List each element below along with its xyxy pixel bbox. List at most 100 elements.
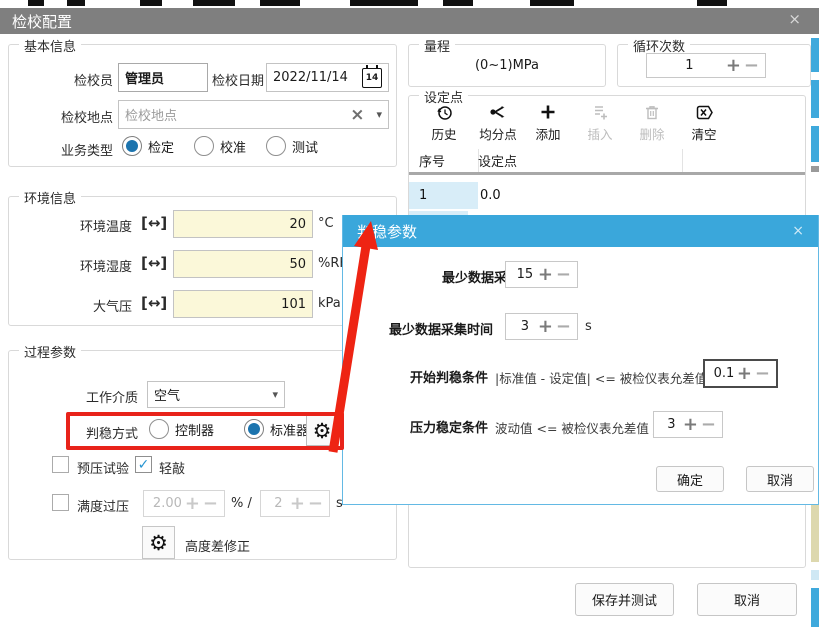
env-temp-input[interactable]: 20: [173, 210, 313, 238]
stability-settings-gear-icon[interactable]: ⚙: [306, 415, 338, 446]
occluded-text-fragment: [28, 0, 44, 6]
background-window-sliver: [811, 80, 819, 118]
cycles-spinner[interactable]: 1 + −: [646, 53, 766, 78]
start-condition-label: 开始判稳条件: [403, 367, 488, 386]
footer-cancel-button[interactable]: 取消: [697, 583, 797, 616]
prepress-label: 预压试验: [77, 458, 129, 477]
date-value: 2022/11/14: [273, 70, 348, 85]
occluded-text-fragment: [140, 0, 162, 6]
atm-pressure-input[interactable]: 101: [173, 290, 313, 318]
stability-dialog-title: 判稳参数: [357, 221, 417, 242]
range-adjust-icon[interactable]: [↔]: [141, 254, 167, 272]
column-header-empty: [672, 149, 815, 172]
height-correction-gear-icon[interactable]: ⚙: [142, 526, 175, 559]
plus-icon[interactable]: +: [538, 266, 553, 284]
plus-icon[interactable]: +: [538, 318, 553, 336]
radio-standard-label: 标准器: [270, 420, 309, 439]
inspector-label: 检校员: [40, 70, 113, 89]
minus-icon[interactable]: −: [308, 495, 323, 513]
plus-icon[interactable]: +: [290, 495, 305, 513]
radio-jianding-label: 检定: [148, 137, 174, 156]
overpress-unit: % /: [231, 496, 252, 511]
dialog-close-icon[interactable]: ×: [792, 223, 804, 239]
overpress-checkbox[interactable]: [52, 494, 69, 511]
min-samples-spinner[interactable]: 15 + −: [505, 261, 578, 288]
plus-icon[interactable]: +: [683, 416, 698, 434]
toolbar-split-points-button[interactable]: 均分点: [472, 102, 524, 143]
column-header-setpoint[interactable]: 设定点: [468, 149, 683, 172]
table-row-setpoint[interactable]: 0.0: [470, 182, 680, 209]
min-time-spinner[interactable]: 3 + −: [505, 313, 578, 340]
dialog-ok-button[interactable]: 确定: [656, 466, 724, 492]
radio-ceshi-label: 测试: [292, 137, 318, 156]
date-label: 检校日期: [212, 70, 264, 89]
toolbar-add-button[interactable]: 添加: [522, 102, 574, 143]
stability-dialog-titlebar[interactable]: 判稳参数 ×: [343, 215, 818, 247]
window-titlebar[interactable]: 检校配置 ×: [0, 8, 819, 34]
pressure-condition-spinner[interactable]: 3 + −: [653, 411, 723, 438]
minus-icon[interactable]: −: [755, 365, 770, 383]
minus-icon[interactable]: −: [556, 266, 571, 284]
range-adjust-icon[interactable]: [↔]: [141, 294, 167, 312]
env-humidity-label: 环境湿度: [57, 256, 132, 275]
toolbar-history-button[interactable]: 历史: [418, 102, 470, 143]
minus-icon[interactable]: −: [744, 57, 759, 75]
location-dropdown-icon[interactable]: ▾: [376, 108, 382, 121]
clear-location-icon[interactable]: ×: [350, 105, 364, 125]
minus-icon[interactable]: −: [701, 416, 716, 434]
plus-icon[interactable]: +: [185, 495, 200, 513]
occluded-text-fragment: [260, 0, 300, 6]
minus-icon[interactable]: −: [203, 495, 218, 513]
toolbar-delete-button: 删除: [626, 102, 678, 143]
background-window-sliver: [811, 126, 819, 162]
atm-pressure-unit: kPa: [318, 296, 341, 311]
env-info-legend: 环境信息: [19, 188, 81, 207]
history-icon: [436, 102, 453, 122]
dialog-cancel-button[interactable]: 取消: [746, 466, 814, 492]
tap-checkbox[interactable]: ✓: [135, 456, 152, 473]
table-row-no[interactable]: 1: [409, 182, 478, 209]
split-points-icon: [489, 102, 507, 122]
medium-select[interactable]: 空气 ▾: [147, 381, 285, 408]
location-label: 检校地点: [40, 107, 113, 126]
location-input[interactable]: 检校地点 × ▾: [118, 100, 389, 129]
stability-params-dialog: 判稳参数 × 最少数据采集量 15 + − 最少数据采集时间 3 + − s 开…: [342, 215, 819, 505]
min-time-unit: s: [585, 319, 592, 334]
radio-standard[interactable]: [244, 419, 264, 439]
window-close-icon[interactable]: ×: [788, 10, 801, 28]
minus-icon[interactable]: −: [556, 318, 571, 336]
range-adjust-icon[interactable]: [↔]: [141, 214, 167, 232]
overpress-label: 满度过压: [77, 496, 129, 515]
env-temp-value: 20: [289, 217, 306, 232]
date-input[interactable]: 2022/11/14 14: [266, 63, 389, 92]
radio-jianding[interactable]: [122, 136, 142, 156]
radio-controller[interactable]: [149, 419, 169, 439]
plus-icon[interactable]: +: [726, 57, 741, 75]
background-window-sliver: [811, 505, 819, 562]
env-humidity-input[interactable]: 50: [173, 250, 313, 278]
start-condition-spinner[interactable]: 0.1 + −: [703, 359, 778, 388]
window-title: 检校配置: [12, 11, 72, 32]
inspector-input[interactable]: 管理员: [118, 63, 208, 92]
insert-icon: [592, 102, 609, 122]
occluded-text-fragment: [67, 0, 85, 6]
toolbar-clear-button[interactable]: 清空: [678, 102, 730, 143]
background-window-sliver: [811, 588, 819, 627]
prepress-checkbox[interactable]: [52, 456, 69, 473]
background-window-sliver: [811, 166, 819, 172]
env-temp-unit: °C: [318, 216, 334, 231]
occluded-text-fragment: [193, 0, 235, 6]
plus-icon[interactable]: +: [737, 365, 752, 383]
overpress-percent-spinner: 2.00 + −: [143, 490, 225, 517]
radio-controller-label: 控制器: [175, 420, 214, 439]
stability-mode-options: 控制器 标准器: [149, 419, 309, 439]
calendar-icon[interactable]: 14: [362, 68, 382, 88]
height-correction-label: 高度差修正: [185, 536, 250, 555]
background-window-sliver: [811, 38, 819, 72]
radio-ceshi[interactable]: [266, 136, 286, 156]
clear-icon: [695, 102, 714, 122]
radio-jiaozhun[interactable]: [194, 136, 214, 156]
occluded-text-fragment: [350, 0, 418, 6]
save-and-test-button[interactable]: 保存并测试: [575, 583, 674, 616]
atm-pressure-value: 101: [281, 297, 306, 312]
